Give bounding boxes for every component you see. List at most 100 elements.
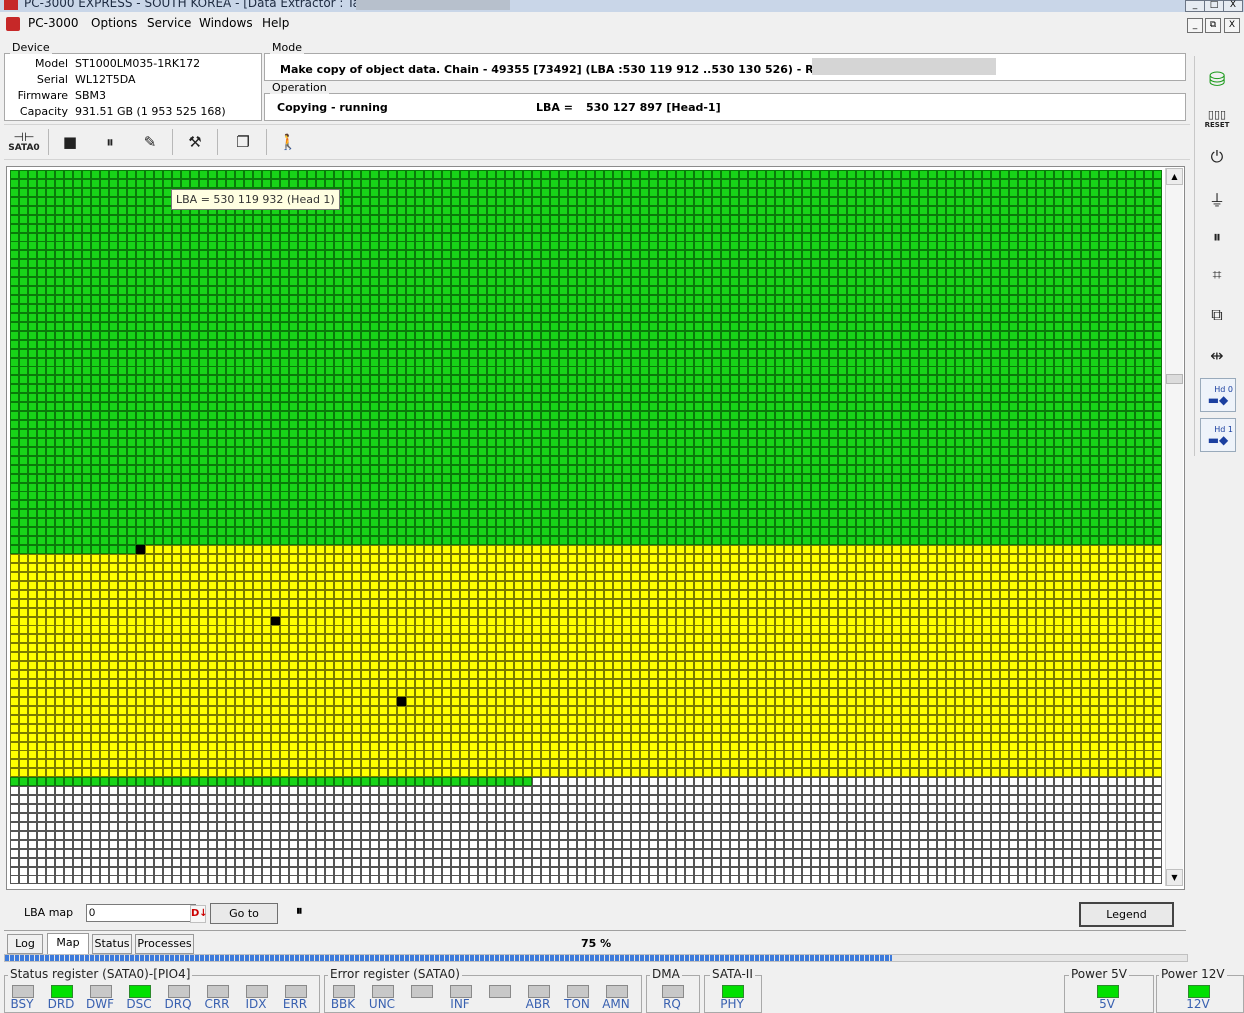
lba-block[interactable] [1108,197,1117,206]
lba-block[interactable] [964,286,973,295]
lba-block[interactable] [883,179,892,188]
lba-block[interactable] [730,259,739,268]
lba-block[interactable] [1081,206,1090,215]
lba-block[interactable] [10,295,19,304]
lba-block[interactable] [217,286,226,295]
lba-block[interactable] [118,277,127,286]
lba-block[interactable] [1036,241,1045,250]
lba-block[interactable] [532,286,541,295]
lba-block[interactable] [703,250,712,259]
lba-block[interactable] [478,277,487,286]
lba-block[interactable] [325,259,334,268]
lba-block[interactable] [775,268,784,277]
lba-block[interactable] [532,179,541,188]
lba-block[interactable] [1045,179,1054,188]
lba-block[interactable] [577,197,586,206]
menu-windows[interactable]: Windows [199,16,253,30]
lba-block[interactable] [100,277,109,286]
lba-block[interactable] [739,197,748,206]
lba-block[interactable] [793,179,802,188]
lba-block[interactable] [523,215,532,224]
lba-block[interactable] [253,268,262,277]
lba-block[interactable] [973,179,982,188]
lba-block[interactable] [910,224,919,233]
lba-block[interactable] [109,170,118,179]
lba-block[interactable] [1036,259,1045,268]
lba-block[interactable] [748,197,757,206]
lba-block[interactable] [235,224,244,233]
lba-block[interactable] [298,179,307,188]
lba-block[interactable] [856,215,865,224]
lba-block[interactable] [208,286,217,295]
lba-block[interactable] [730,277,739,286]
sata-port-button[interactable]: ⊣⊢ SATA0 [6,128,42,156]
lba-block[interactable] [118,188,127,197]
lba-block[interactable] [793,277,802,286]
lba-block[interactable] [1117,250,1126,259]
lba-block[interactable] [622,268,631,277]
lba-block[interactable] [937,241,946,250]
lba-block[interactable] [712,295,721,304]
lba-block[interactable] [901,170,910,179]
lba-block[interactable] [82,286,91,295]
lba-block[interactable] [406,268,415,277]
lba-block[interactable] [361,170,370,179]
lba-block[interactable] [730,268,739,277]
lba-block[interactable] [73,215,82,224]
lba-block[interactable] [1126,188,1135,197]
lba-block[interactable] [820,295,829,304]
lba-block[interactable] [1135,277,1144,286]
lba-block[interactable] [361,259,370,268]
lba-block[interactable] [1144,197,1153,206]
lba-block[interactable] [676,206,685,215]
lba-block[interactable] [64,197,73,206]
lba-block[interactable] [838,224,847,233]
lba-block[interactable] [262,179,271,188]
lba-block[interactable] [982,206,991,215]
lba-block[interactable] [64,286,73,295]
lba-block[interactable] [991,286,1000,295]
lba-block[interactable] [280,250,289,259]
lba-block[interactable] [451,268,460,277]
lba-block[interactable] [712,215,721,224]
lba-block[interactable] [82,197,91,206]
lba-block[interactable] [451,170,460,179]
lba-block[interactable] [91,295,100,304]
lba-block[interactable] [289,215,298,224]
lba-block[interactable] [739,188,748,197]
lba-block[interactable] [316,277,325,286]
lba-block[interactable] [577,188,586,197]
lba-block[interactable] [1009,179,1018,188]
lba-block[interactable] [46,179,55,188]
lba-block[interactable] [415,277,424,286]
lba-block[interactable] [298,259,307,268]
lba-block[interactable] [433,215,442,224]
lba-block[interactable] [46,277,55,286]
lba-block[interactable] [1063,206,1072,215]
lba-block[interactable] [1090,286,1099,295]
lba-block[interactable] [874,188,883,197]
lba-block[interactable] [694,206,703,215]
lba-block[interactable] [649,250,658,259]
lba-block[interactable] [388,188,397,197]
lba-block[interactable] [649,286,658,295]
lba-block[interactable] [244,215,253,224]
lba-block[interactable] [82,224,91,233]
lba-block[interactable] [856,179,865,188]
lba-block[interactable] [379,250,388,259]
lba-block[interactable] [316,259,325,268]
lba-block[interactable] [514,179,523,188]
lba-block[interactable] [568,259,577,268]
lba-block[interactable] [64,170,73,179]
lba-block[interactable] [451,259,460,268]
lba-block[interactable] [595,188,604,197]
lba-block[interactable] [973,215,982,224]
lba-block[interactable] [55,215,64,224]
lba-block[interactable] [379,215,388,224]
lba-block[interactable] [838,268,847,277]
lba-block[interactable] [622,259,631,268]
lba-block[interactable] [577,224,586,233]
lba-block[interactable] [604,215,613,224]
lba-block[interactable] [613,206,622,215]
lba-block[interactable] [370,197,379,206]
